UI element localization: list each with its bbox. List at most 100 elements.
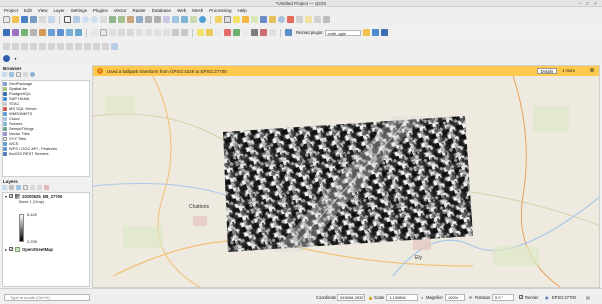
map-canvas[interactable]: ! Used a ballpark transform from GPSG:43…	[92, 65, 600, 288]
label-tool-icon[interactable]	[197, 29, 204, 36]
layer-visibility-checkbox[interactable]: ✓	[9, 247, 13, 251]
show-bookmarks-icon[interactable]	[190, 16, 197, 23]
plugin-manager-icon[interactable]	[3, 54, 10, 62]
chevron-right-icon[interactable]: ▸	[5, 247, 7, 252]
print-layout-icon[interactable]	[39, 16, 46, 23]
zoom-last-icon[interactable]	[145, 16, 152, 23]
plugin-reload-icon[interactable]	[285, 29, 292, 36]
simplify-icon[interactable]	[84, 43, 91, 50]
new-geopackage-layer-icon[interactable]	[12, 29, 19, 36]
save-project-icon[interactable]	[21, 16, 28, 23]
menu-vector[interactable]: Vector	[114, 8, 127, 13]
select-by-value-icon[interactable]	[233, 16, 240, 23]
list-item[interactable]: ArcGIS REST Servers	[3, 151, 89, 156]
add-wfs-layer-icon[interactable]	[75, 29, 82, 36]
menu-layer[interactable]: Layer	[53, 8, 64, 13]
processing-toolbox-icon[interactable]	[278, 16, 285, 23]
save-as-icon[interactable]	[30, 16, 37, 23]
reshape-icon[interactable]	[39, 43, 46, 50]
more-messages-button[interactable]: 1 more	[562, 68, 575, 73]
delete-selected-icon[interactable]	[136, 29, 143, 36]
copy-features-icon[interactable]	[154, 29, 161, 36]
select-features-icon[interactable]	[224, 16, 231, 23]
georeferencer-icon[interactable]	[111, 43, 118, 50]
rotation-field[interactable]: 0.0 °	[492, 294, 514, 301]
help-icon[interactable]	[381, 29, 389, 36]
filter-legend-icon[interactable]	[23, 185, 28, 190]
expand-all-icon[interactable]	[30, 185, 35, 190]
diagram-icon[interactable]	[251, 29, 258, 36]
manage-visibility-icon[interactable]	[16, 185, 21, 190]
bookmark-icon[interactable]	[181, 16, 188, 23]
fill-ring-icon[interactable]	[102, 43, 109, 50]
add-layer-icon[interactable]	[2, 72, 7, 77]
add-mesh-layer-icon[interactable]	[57, 29, 64, 36]
maximize-icon[interactable]: □	[585, 1, 590, 6]
menu-raster[interactable]: Raster	[133, 8, 146, 13]
snapping-icon[interactable]	[21, 43, 28, 50]
crs-button[interactable]: EPSG:27700	[552, 295, 576, 300]
add-wms-layer-icon[interactable]	[66, 29, 73, 36]
menu-edit[interactable]: Edit	[24, 8, 32, 13]
rubber-band-icon[interactable]	[260, 29, 267, 36]
annotation-icon[interactable]	[305, 16, 312, 23]
zoom-in-icon[interactable]	[82, 16, 89, 23]
python-console-icon[interactable]	[372, 29, 380, 36]
zoom-to-layer-icon[interactable]	[127, 16, 134, 23]
data-source-manager-icon[interactable]	[3, 29, 10, 36]
trace-icon[interactable]	[30, 43, 37, 50]
open-project-icon[interactable]	[12, 16, 19, 23]
undo-icon[interactable]	[172, 29, 179, 36]
rotate-features-icon[interactable]	[75, 43, 82, 50]
statistics-icon[interactable]	[269, 16, 276, 23]
zoom-next-icon[interactable]	[154, 16, 161, 23]
paste-features-icon[interactable]	[163, 29, 170, 36]
layer-row-basemap[interactable]: ▸ ✓ OpenStreetMap	[3, 246, 53, 252]
text-annotation-icon[interactable]	[323, 16, 330, 23]
current-edits-icon[interactable]	[91, 29, 98, 36]
measure-icon[interactable]	[296, 16, 303, 23]
new-temporary-layer-icon[interactable]	[30, 29, 37, 36]
add-ring-icon[interactable]	[93, 43, 100, 50]
merge-features-icon[interactable]	[66, 43, 73, 50]
menu-help[interactable]: Help	[238, 8, 247, 13]
deselect-icon[interactable]	[242, 16, 249, 23]
zoom-native-icon[interactable]	[136, 16, 143, 23]
redo-icon[interactable]	[181, 29, 188, 36]
open-attribute-table-icon[interactable]	[260, 16, 267, 23]
label-move-icon[interactable]	[224, 29, 231, 36]
plugin-config-icon[interactable]	[363, 29, 371, 36]
zoom-rubber-band-icon[interactable]	[100, 16, 107, 23]
minimize-icon[interactable]: –	[577, 1, 582, 6]
magnifier-field[interactable]: 100%	[445, 294, 465, 301]
zoom-out-icon[interactable]	[91, 16, 98, 23]
label-pin-icon[interactable]	[206, 29, 213, 36]
add-vector-layer-icon[interactable]	[39, 29, 46, 36]
messages-icon[interactable]: ▤	[586, 295, 590, 300]
layout-manager-icon[interactable]	[48, 16, 55, 23]
add-feature-icon[interactable]	[118, 29, 125, 36]
add-group-icon[interactable]	[9, 185, 14, 190]
coordinate-field[interactable]: 545658,283079	[337, 294, 365, 301]
menu-database[interactable]: Database	[152, 8, 171, 13]
label-show-hide-icon[interactable]	[215, 29, 222, 36]
lock-icon[interactable]: 🔒	[368, 295, 373, 301]
pan-map-icon[interactable]	[64, 16, 71, 23]
collapse-all-icon[interactable]	[37, 185, 42, 190]
split-features-icon[interactable]	[57, 43, 64, 50]
layer-styling-icon[interactable]	[269, 29, 276, 36]
render-checkbox[interactable]: ✓	[519, 295, 523, 299]
close-icon[interactable]: ⊗	[588, 67, 596, 75]
menu-mesh[interactable]: Mesh	[192, 8, 203, 13]
menu-project[interactable]: Project	[4, 8, 18, 13]
open-layer-styling-icon[interactable]	[2, 185, 7, 190]
cut-features-icon[interactable]	[145, 29, 152, 36]
advanced-digitize-icon[interactable]	[12, 43, 19, 50]
layer-visibility-checkbox[interactable]: ✓	[9, 194, 13, 198]
new-project-icon[interactable]	[3, 16, 10, 23]
chevron-down-icon[interactable]: ▾	[5, 194, 7, 199]
refresh-icon[interactable]	[9, 72, 14, 77]
new-3d-view-icon[interactable]	[172, 16, 179, 23]
identify-features-icon[interactable]	[215, 16, 222, 23]
menu-web[interactable]: Web	[177, 8, 186, 13]
